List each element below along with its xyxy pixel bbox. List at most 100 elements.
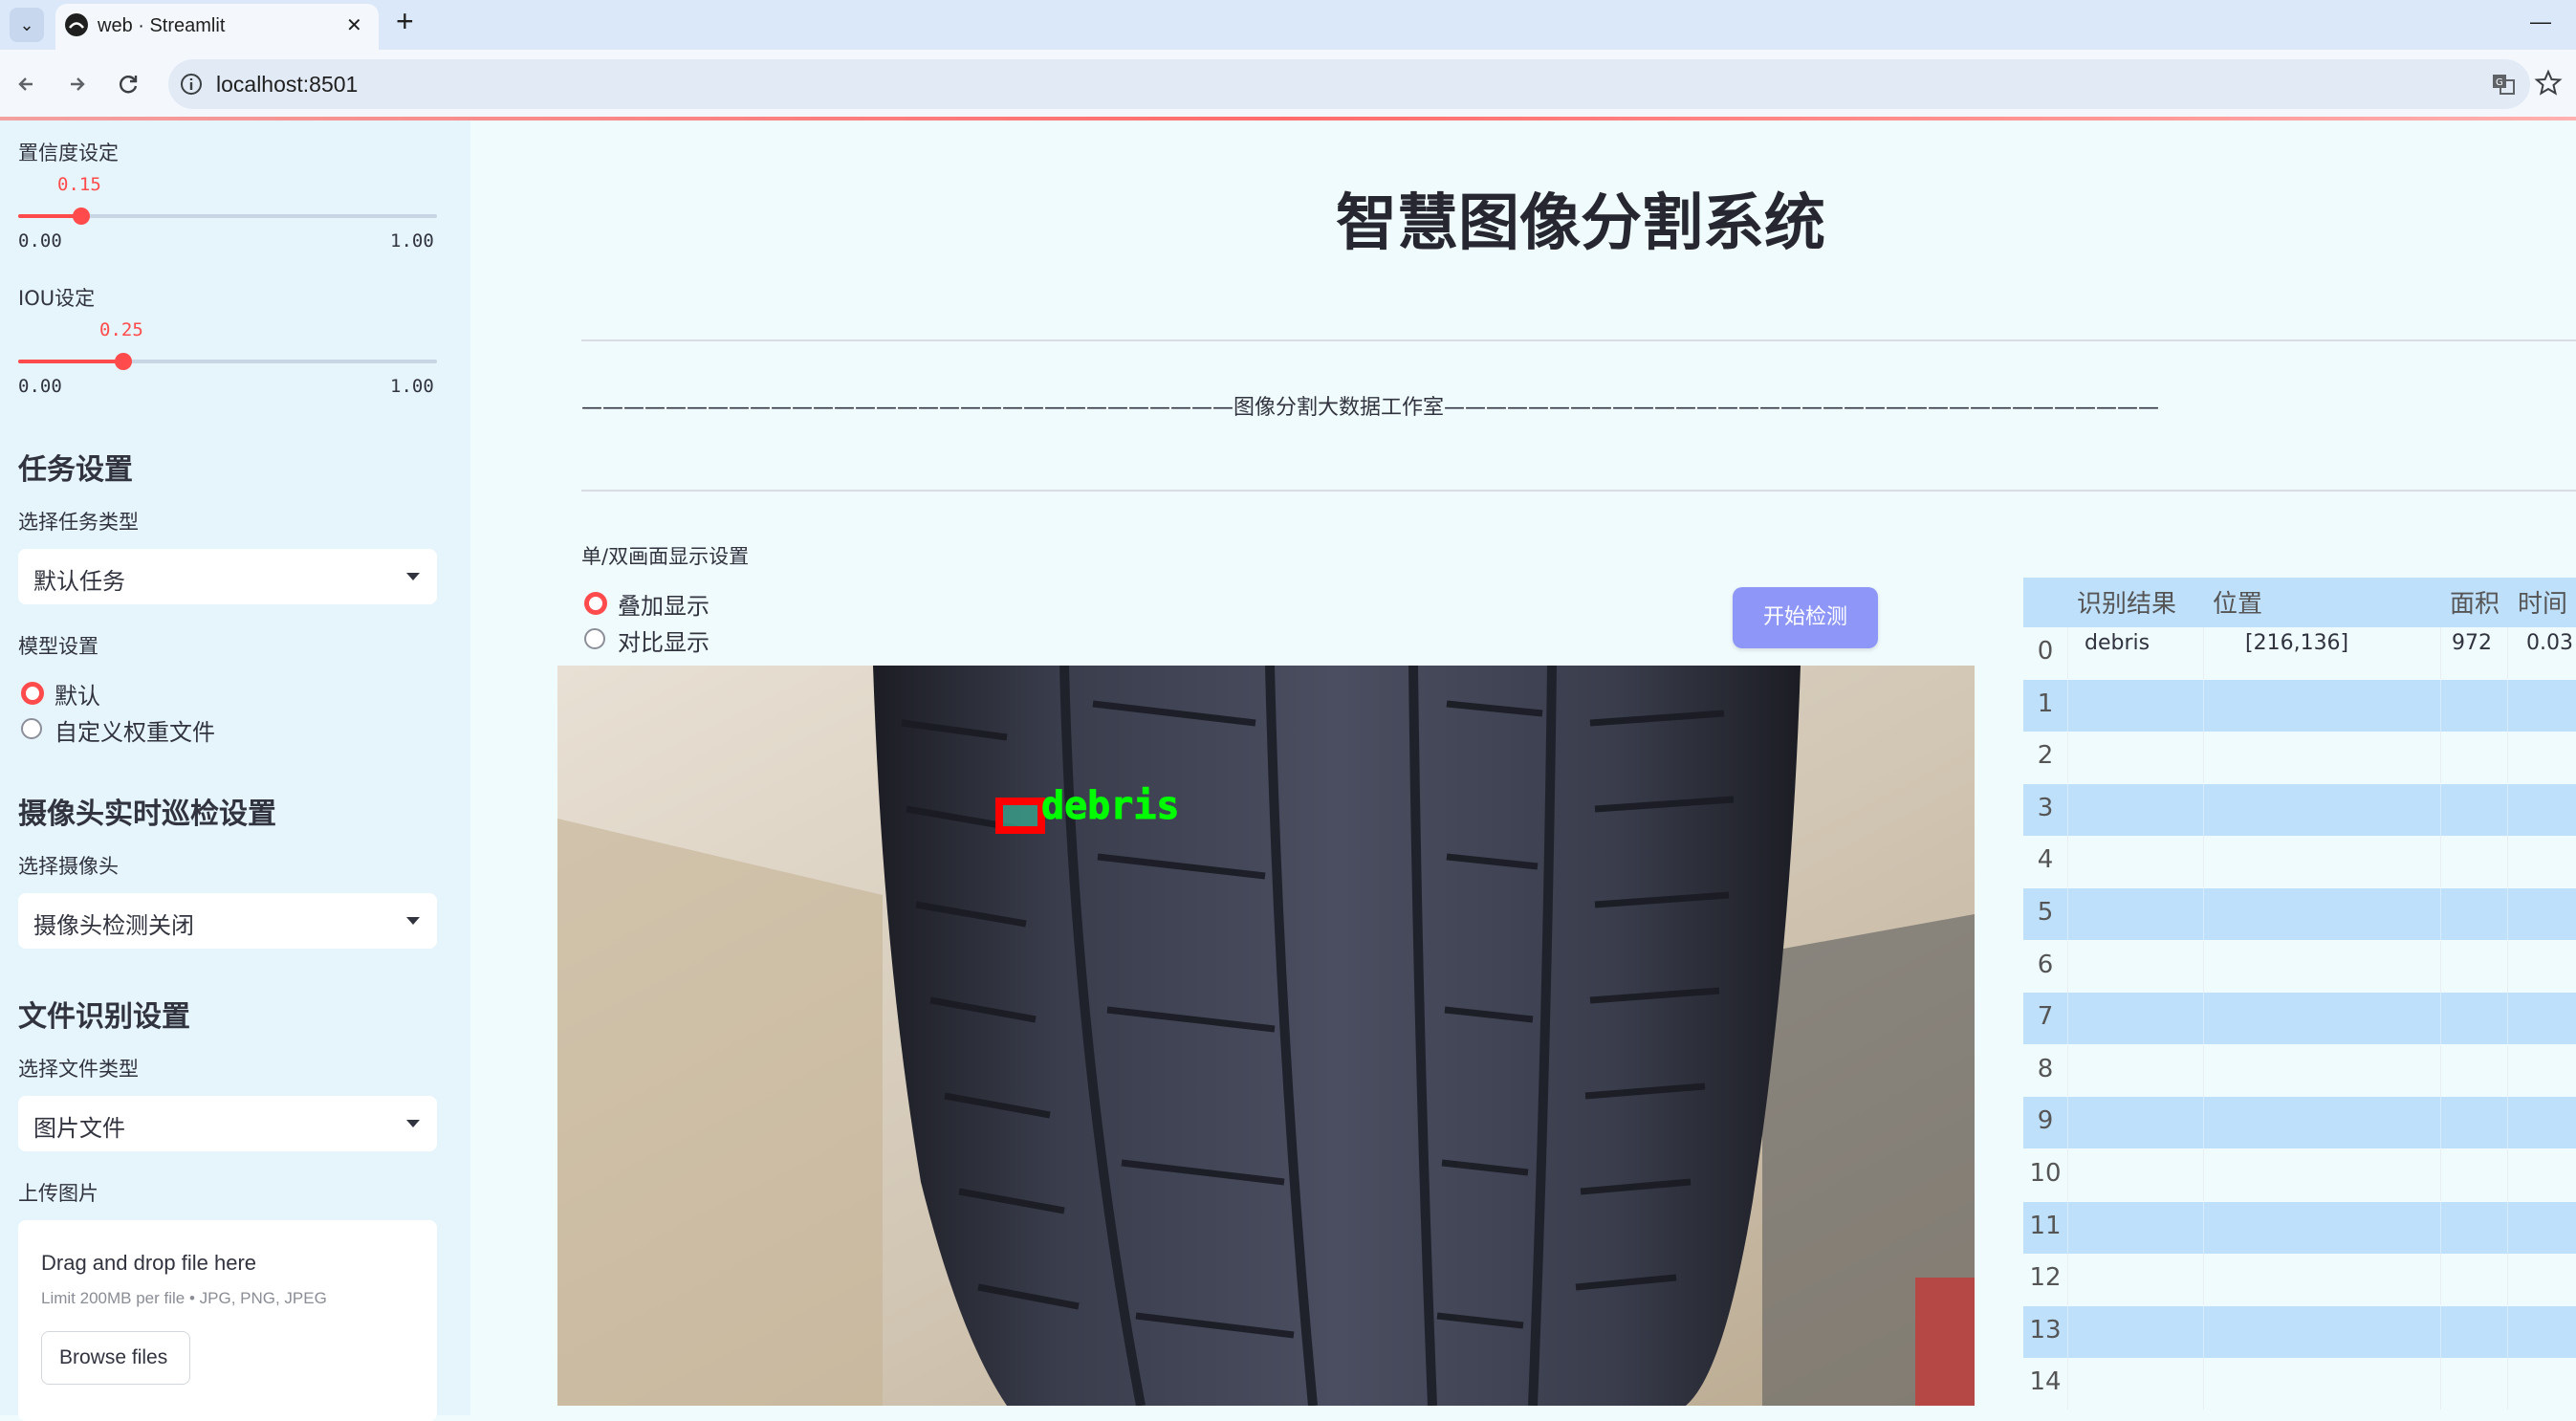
row-index: 8 [2037,1054,2054,1083]
column-separator [2440,1097,2441,1149]
table-row[interactable]: 5 [2023,888,2576,940]
dropzone-text: Drag and drop file here [41,1251,257,1275]
column-separator [2067,888,2068,940]
table-row[interactable]: 6 [2023,940,2576,993]
sidebar: 置信度设定 0.15 0.00 1.00 IOU设定 0.25 0.00 1.0… [0,120,470,1421]
chevron-down-icon [406,573,420,580]
column-separator [2203,732,2204,784]
row-index: 9 [2037,1106,2054,1136]
model-option-custom-label: 自定义权重文件 [55,719,215,746]
column-separator [2507,732,2508,784]
file-type-label: 选择文件类型 [18,1058,139,1081]
radio-unselected-icon [584,628,605,649]
column-separator [2067,1201,2068,1254]
column-separator [2507,888,2508,940]
column-header-result[interactable]: 识别结果 [2077,578,2176,627]
file-type-select[interactable]: 图片文件 [18,1096,437,1151]
table-row[interactable]: 3 [2023,783,2576,836]
camera-select-value: 摄像头检测关闭 [33,912,194,939]
tab-close-icon[interactable]: ✕ [346,13,362,37]
site-info-icon[interactable] [178,71,205,98]
reload-icon[interactable] [115,71,142,98]
table-row[interactable]: 4 [2023,836,2576,888]
back-icon[interactable] [13,71,40,98]
results-table[interactable]: 识别结果 位置 面积 时间 0 debris [216,136] 972 0.03 1 2 3… [2023,578,2576,1415]
upload-label: 上传图片 [18,1182,98,1205]
file-dropzone[interactable]: Drag and drop file here Limit 200MB per … [18,1220,437,1421]
file-type-value: 图片文件 [33,1115,125,1142]
table-row[interactable]: 13 [2023,1305,2576,1358]
table-row[interactable]: 14 [2023,1358,2576,1410]
row-index: 2 [2037,741,2054,771]
iou-slider[interactable] [18,342,437,381]
column-separator [2067,940,2068,993]
table-row[interactable]: 10 [2023,1149,2576,1201]
column-header-time[interactable]: 时间 [2518,578,2567,627]
iou-slider-handle[interactable] [115,353,132,370]
column-separator [2203,627,2204,679]
column-separator [2203,1097,2204,1149]
model-option-default[interactable]: 默认 [18,675,305,710]
column-separator [2507,1149,2508,1201]
column-separator [2067,1254,2068,1306]
table-row[interactable]: 2 [2023,732,2576,784]
table-row[interactable]: 0 debris [216,136] 972 0.03 [2023,627,2576,679]
translate-icon[interactable]: G [2490,71,2517,98]
confidence-label: 置信度设定 [18,142,119,164]
column-separator [2067,1305,2068,1358]
divider-top [581,339,2576,341]
iou-slider-fill [18,360,123,363]
column-separator [2440,1254,2441,1306]
new-tab-icon[interactable]: + [396,4,414,39]
tab-list-dropdown-icon[interactable]: ⌄ [10,8,44,42]
column-separator [2440,1305,2441,1358]
iou-label: IOU设定 [18,287,96,310]
browser-tab[interactable]: web · Streamlit ✕ [55,4,379,50]
bookmark-star-icon[interactable] [2534,69,2563,98]
display-option-compare[interactable]: 对比显示 [581,622,773,656]
table-row[interactable]: 8 [2023,1044,2576,1097]
start-detection-button[interactable]: 开始检测 [1733,587,1878,648]
camera-select[interactable]: 摄像头检测关闭 [18,893,437,949]
display-option-overlay-label: 叠加显示 [618,593,709,620]
column-separator [2507,1044,2508,1097]
browse-files-button[interactable]: Browse files [41,1331,190,1385]
table-row[interactable]: 1 [2023,679,2576,732]
column-separator [2203,1358,2204,1410]
column-separator [2067,1149,2068,1201]
column-separator [2440,1149,2441,1201]
model-settings-label: 模型设置 [18,635,98,658]
streamlit-favicon-icon [65,13,88,36]
row-index: 5 [2037,898,2054,927]
task-type-select[interactable]: 默认任务 [18,549,437,604]
display-mode-label: 单/双画面显示设置 [581,545,750,568]
column-header-position[interactable]: 位置 [2213,578,2262,627]
column-separator [2440,732,2441,784]
column-separator [2067,993,2068,1045]
model-option-custom[interactable]: 自定义权重文件 [18,711,305,746]
radio-selected-icon [584,592,607,615]
table-row[interactable]: 7 [2023,993,2576,1045]
model-option-default-label: 默认 [55,683,100,710]
column-separator [2507,1097,2508,1149]
display-option-overlay[interactable]: 叠加显示 [581,585,773,620]
browse-files-label: Browse files [59,1346,168,1368]
detection-result-image: debris [557,666,1975,1406]
column-separator [2203,679,2204,732]
column-separator [2440,888,2441,940]
radio-selected-icon [21,682,44,705]
chevron-down-icon [406,1120,420,1127]
column-separator [2067,732,2068,784]
forward-icon[interactable] [63,71,90,98]
column-separator [2203,888,2204,940]
row-index: 7 [2037,1002,2054,1032]
table-row[interactable]: 12 [2023,1254,2576,1306]
table-row[interactable]: 9 [2023,1097,2576,1149]
address-bar[interactable]: localhost:8501 G [168,59,2530,109]
column-separator [2507,836,2508,888]
camera-section-title: 摄像头实时巡检设置 [18,798,276,831]
table-row[interactable]: 11 [2023,1201,2576,1254]
minimize-icon[interactable]: — [2530,10,2551,34]
column-header-area[interactable]: 面积 [2450,578,2500,627]
column-separator [2203,836,2204,888]
